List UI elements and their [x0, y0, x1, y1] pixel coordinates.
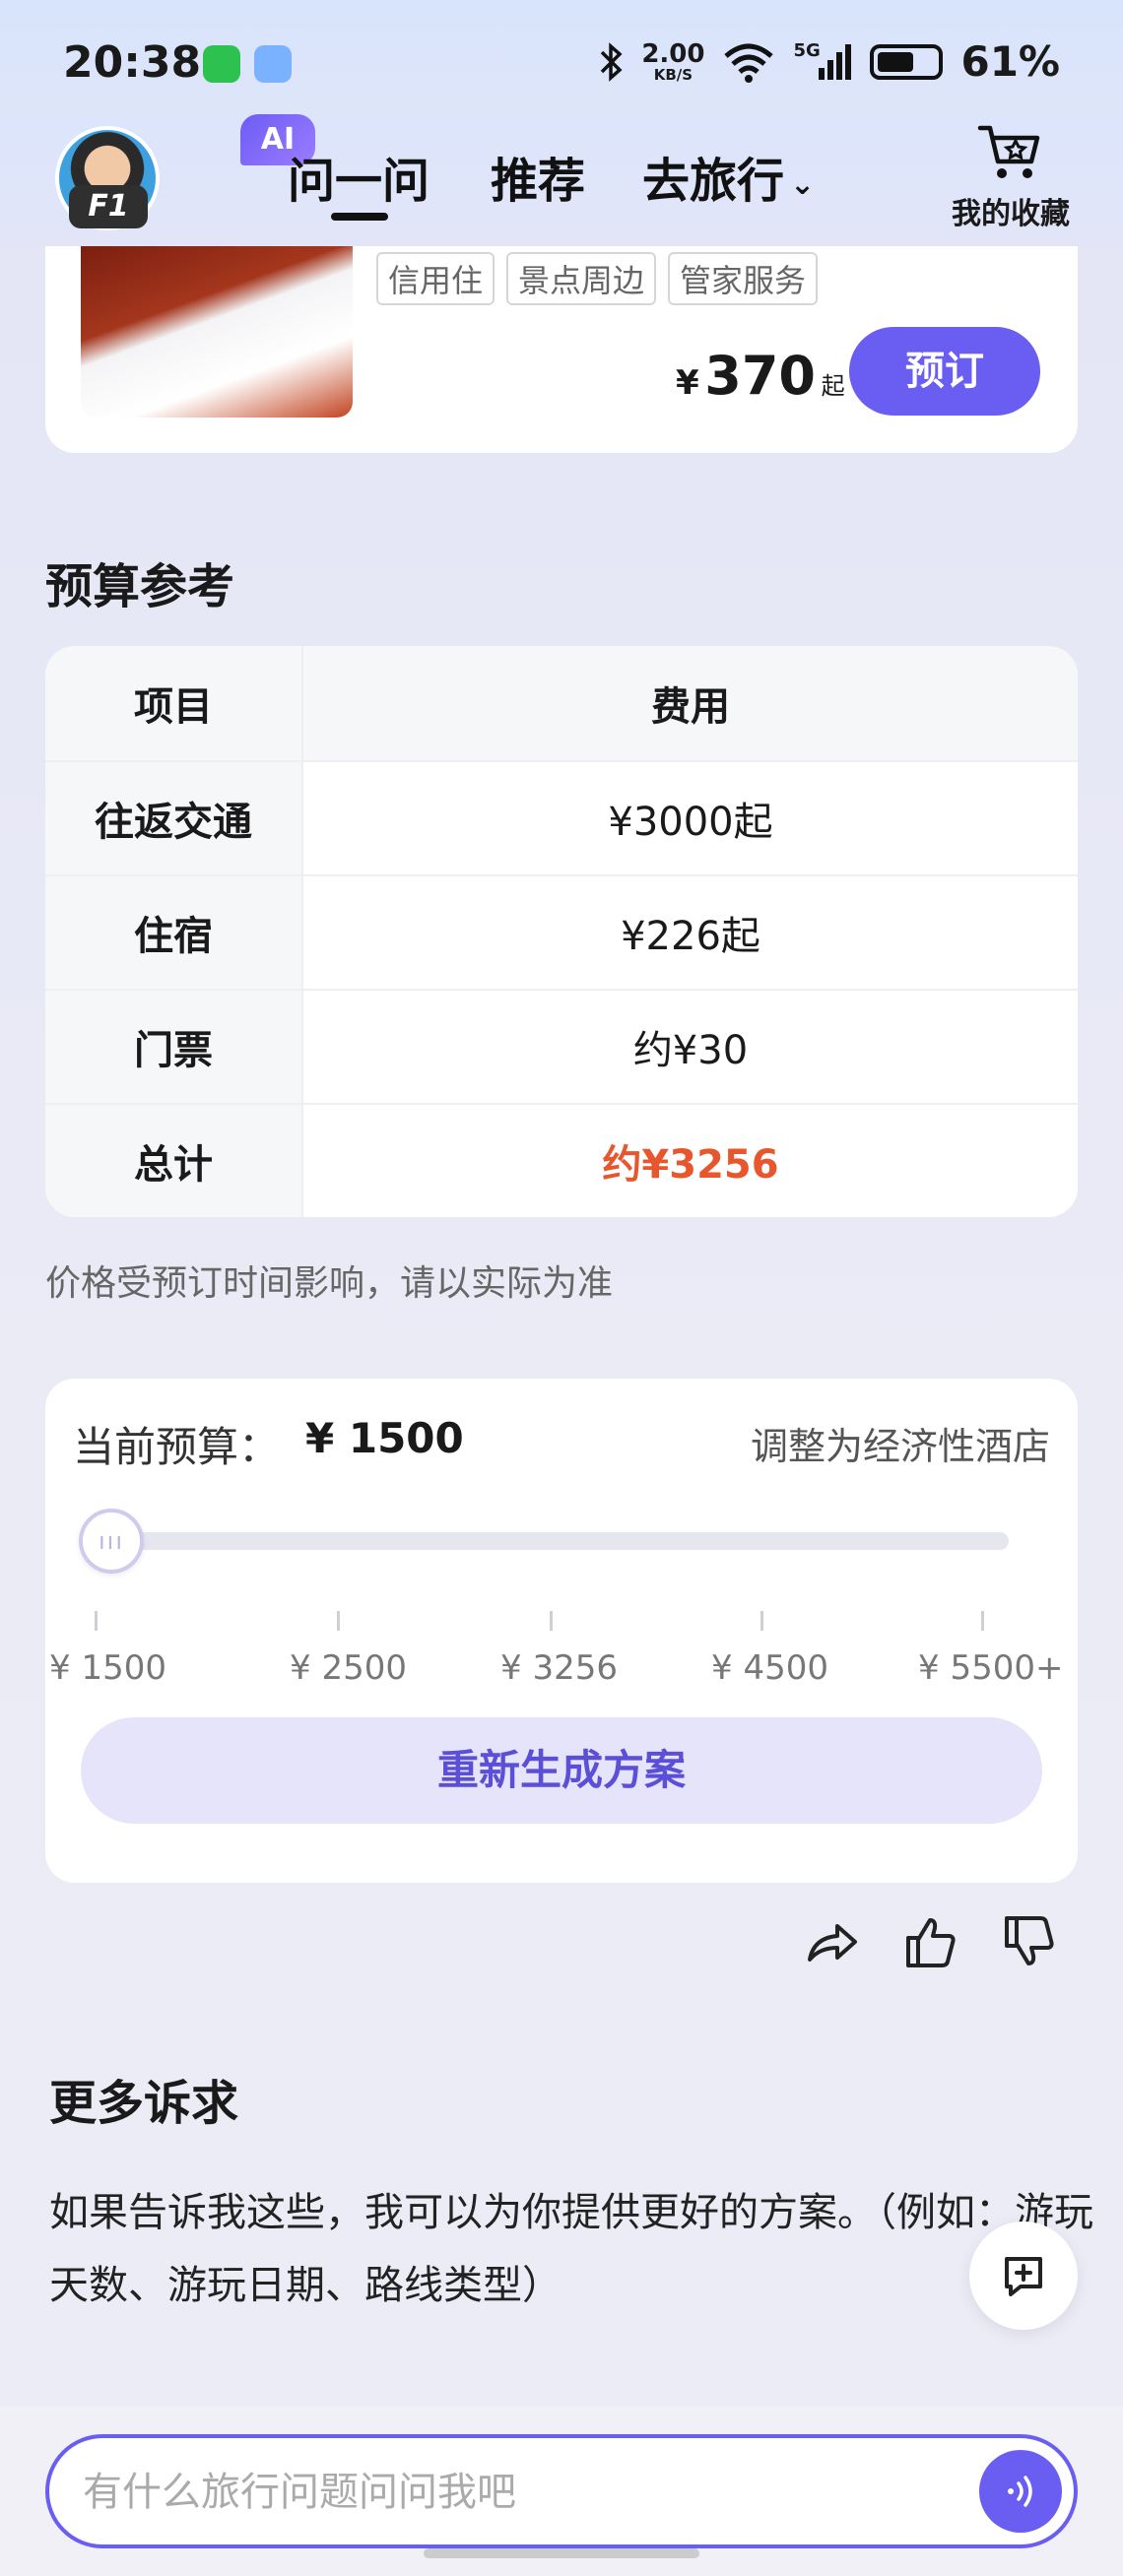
- row-item: 往返交通: [45, 762, 303, 874]
- table-header-row: 项目 费用: [45, 646, 1078, 760]
- network-speed-value: 2.00: [641, 38, 705, 69]
- new-chat-button[interactable]: [969, 2222, 1078, 2330]
- budget-slider-card: 当前预算： ¥ 1500 调整为经济性酒店 ııı ¥ 1500 ¥ 2500 …: [45, 1379, 1078, 1883]
- total-item: 总计: [45, 1105, 303, 1217]
- current-budget-label: 当前预算：: [73, 1423, 281, 1471]
- more-needs-title: 更多诉求: [49, 2076, 239, 2131]
- home-indicator: [424, 2548, 699, 2558]
- voice-icon: [1008, 2476, 1032, 2507]
- hotel-tags: 信用住 景点周边 管家服务: [376, 252, 819, 305]
- table-row: 门票 约¥30: [45, 989, 1078, 1103]
- battery-percent: 61%: [960, 37, 1060, 86]
- cart-icon: [977, 125, 1040, 178]
- top-nav: F1 AI 问一问 推荐 去旅行 ⌄ 我的收藏: [0, 114, 1123, 246]
- slider-tick: [95, 1611, 98, 1631]
- slider-tick: [981, 1611, 984, 1631]
- hotel-tag: 景点周边: [506, 252, 657, 305]
- wechat-icon: [203, 45, 240, 83]
- budget-table: 项目 费用 往返交通 ¥3000起 住宿 ¥226起 门票 约¥30 总计 约¥…: [45, 646, 1078, 1217]
- bluetooth-icon: [601, 41, 623, 82]
- tab-travel-label: 去旅行: [642, 154, 785, 209]
- row-cost: ¥226起: [621, 914, 760, 959]
- price-note: 价格受预订时间影响，请以实际为准: [45, 1263, 614, 1304]
- status-time: 20:38: [63, 37, 202, 88]
- battery-icon: [870, 43, 944, 80]
- row-item: 住宿: [45, 876, 303, 989]
- tab-ask[interactable]: 问一问: [288, 142, 429, 211]
- table-row: 住宿 ¥226起: [45, 874, 1078, 989]
- voice-button[interactable]: [979, 2450, 1062, 2533]
- slider-tick-label: ¥ 3256: [500, 1648, 618, 1688]
- slider-tick: [760, 1611, 763, 1631]
- row-cost: 约¥30: [632, 1028, 749, 1073]
- adjust-economy-hotel[interactable]: 调整为经济性酒店: [751, 1416, 1050, 1470]
- total-cost: 约¥3256: [602, 1142, 779, 1188]
- more-needs-text: 如果告诉我这些，我可以为你提供更好的方案。（例如：游玩天数、游玩日期、路线类型）: [49, 2190, 1093, 2308]
- slider-tick-label: ¥ 5500+: [918, 1648, 1064, 1688]
- network-speed: 2.00 KB/S: [641, 41, 704, 83]
- avatar-badge: F1: [69, 185, 148, 228]
- header-item: 项目: [45, 646, 303, 760]
- hotel-tag: 管家服务: [668, 252, 819, 305]
- chat-plus-icon: [1005, 2257, 1042, 2296]
- status-bar: 20:38 2.00 KB/S 5G 61%: [0, 0, 1123, 128]
- price-amount: 370: [704, 345, 816, 407]
- slider-tick-label: ¥ 4500: [711, 1648, 828, 1688]
- network-speed-unit: KB/S: [653, 65, 694, 84]
- regenerate-plan-button[interactable]: 重新生成方案: [81, 1717, 1042, 1824]
- favorites-button[interactable]: 我的收藏: [942, 122, 1080, 232]
- row-item: 门票: [45, 991, 303, 1103]
- current-budget-value: ¥ 1500: [305, 1414, 464, 1462]
- book-button[interactable]: 预订: [849, 327, 1040, 416]
- slider-tick-label: ¥ 2500: [290, 1648, 407, 1688]
- header-cost: 费用: [303, 646, 1078, 760]
- slider-tick: [550, 1611, 553, 1631]
- share-icon[interactable]: [804, 1914, 859, 1969]
- favorites-label: 我的收藏: [952, 197, 1070, 231]
- table-row: 往返交通 ¥3000起: [45, 760, 1078, 874]
- app-notification-icon: [254, 45, 292, 83]
- budget-title: 预算参考: [45, 559, 235, 614]
- active-tab-indicator: [331, 213, 388, 221]
- cellular-signal-icon: 5G: [793, 40, 852, 84]
- wifi-icon: [724, 43, 774, 83]
- table-total-row: 总计 约¥3256: [45, 1103, 1078, 1217]
- hotel-price: ¥ 370 起: [676, 345, 845, 407]
- hotel-image[interactable]: [81, 246, 353, 418]
- budget-slider-thumb[interactable]: ııı: [79, 1509, 144, 1574]
- budget-slider-track[interactable]: [95, 1532, 1009, 1550]
- tab-travel[interactable]: 去旅行 ⌄: [642, 142, 815, 211]
- slider-tick-label: ¥ 1500: [49, 1648, 166, 1688]
- hotel-tag: 信用住: [376, 252, 495, 305]
- question-input-wrapper: [45, 2434, 1078, 2548]
- slider-tick: [337, 1611, 340, 1631]
- thumbs-up-icon[interactable]: [902, 1914, 958, 1969]
- chevron-down-icon: ⌄: [790, 166, 816, 202]
- status-right: 2.00 KB/S 5G 61%: [598, 37, 1060, 86]
- question-input[interactable]: [83, 2458, 969, 2527]
- tab-recommend[interactable]: 推荐: [491, 142, 585, 211]
- price-currency: ¥: [676, 363, 699, 403]
- thumbs-down-icon[interactable]: [1001, 1914, 1056, 1969]
- price-suffix: 起: [821, 372, 845, 400]
- hotel-card[interactable]: 信用住 景点周边 管家服务 ¥ 370 起 预订: [45, 246, 1078, 453]
- row-cost: ¥3000起: [608, 800, 773, 845]
